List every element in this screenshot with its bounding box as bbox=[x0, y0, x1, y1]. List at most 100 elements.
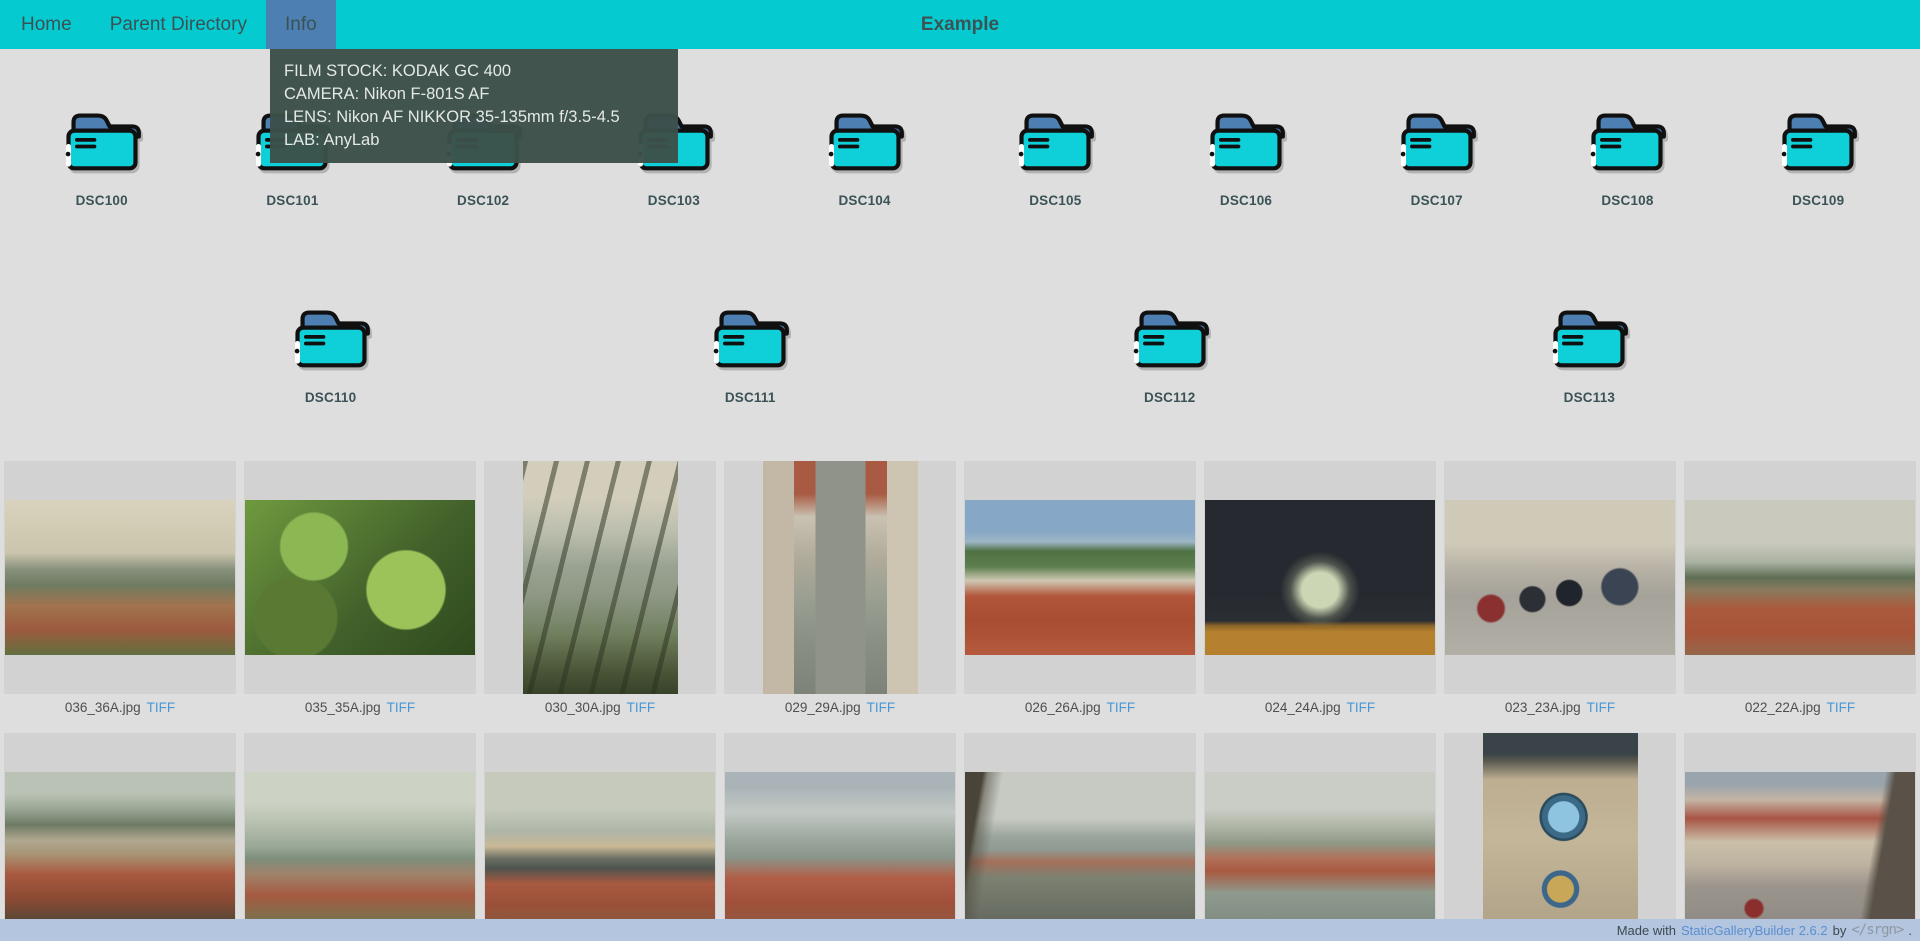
caption: 024_24A.jpg TIFF bbox=[1265, 700, 1375, 717]
gallery-item: 022_22A.jpg TIFF bbox=[1680, 461, 1920, 717]
caption: 026_26A.jpg TIFF bbox=[1025, 700, 1135, 717]
filename: 026_26A.jpg bbox=[1025, 700, 1101, 715]
folder-icon bbox=[1203, 103, 1289, 175]
footer-builder-link[interactable]: StaticGalleryBuilder 2.6.2 bbox=[1681, 923, 1828, 938]
thumbnail-box bbox=[964, 461, 1196, 694]
thumbnail-image[interactable] bbox=[1685, 772, 1915, 927]
folder-dsc113[interactable]: DSC113 bbox=[1500, 300, 1678, 405]
folder-dsc110[interactable]: DSC110 bbox=[242, 300, 420, 405]
folder-dsc109[interactable]: DSC109 bbox=[1729, 103, 1907, 208]
thumbnail-image[interactable] bbox=[965, 500, 1195, 655]
thumbnail-box bbox=[964, 733, 1196, 941]
thumbnail-image[interactable] bbox=[1445, 500, 1675, 655]
footer-period: . bbox=[1908, 923, 1912, 938]
tiff-link[interactable]: TIFF bbox=[1347, 700, 1376, 715]
thumbnail-box bbox=[724, 733, 956, 941]
folder-dsc111[interactable]: DSC111 bbox=[661, 300, 839, 405]
thumbnail-image[interactable] bbox=[5, 500, 235, 655]
thumbnail-box bbox=[244, 461, 476, 694]
folder-label: DSC103 bbox=[648, 193, 700, 208]
folder-dsc107[interactable]: DSC107 bbox=[1348, 103, 1526, 208]
thumbnail-image[interactable] bbox=[1205, 500, 1435, 655]
folder-icon bbox=[1394, 103, 1480, 175]
folder-label: DSC110 bbox=[305, 390, 356, 405]
folder-label: DSC109 bbox=[1792, 193, 1844, 208]
thumbnail-image[interactable] bbox=[245, 500, 475, 655]
folder-dsc104[interactable]: DSC104 bbox=[776, 103, 954, 208]
thumbnail-image[interactable] bbox=[523, 461, 678, 694]
folder-dsc105[interactable]: DSC105 bbox=[966, 103, 1144, 208]
caption: 036_36A.jpg TIFF bbox=[65, 700, 175, 717]
gallery-item bbox=[0, 733, 240, 941]
folder-icon bbox=[1584, 103, 1670, 175]
thumbnail-box bbox=[244, 733, 476, 941]
filename: 022_22A.jpg bbox=[1745, 700, 1821, 715]
folder-label: DSC102 bbox=[457, 193, 509, 208]
folder-label: DSC106 bbox=[1220, 193, 1272, 208]
thumbnail-image[interactable] bbox=[1205, 772, 1435, 927]
folder-icon bbox=[1546, 300, 1632, 372]
gallery-item: 035_35A.jpg TIFF bbox=[240, 461, 480, 717]
thumbnail-box bbox=[4, 733, 236, 941]
tiff-link[interactable]: TIFF bbox=[1827, 700, 1856, 715]
thumbnail-box bbox=[4, 461, 236, 694]
folder-dsc108[interactable]: DSC108 bbox=[1538, 103, 1716, 208]
gallery-item: 029_29A.jpg TIFF bbox=[720, 461, 960, 717]
folder-label: DSC105 bbox=[1029, 193, 1081, 208]
thumbnail-box bbox=[1684, 461, 1916, 694]
tiff-link[interactable]: TIFF bbox=[1587, 700, 1616, 715]
folder-dsc112[interactable]: DSC112 bbox=[1081, 300, 1259, 405]
thumbnail-box bbox=[484, 461, 716, 694]
navbar: Home Parent Directory Info Example bbox=[0, 0, 1920, 49]
tiff-link[interactable]: TIFF bbox=[867, 700, 896, 715]
thumbnail-image[interactable] bbox=[485, 772, 715, 927]
thumbnail-box bbox=[1444, 733, 1676, 941]
nav-item-home[interactable]: Home bbox=[2, 0, 91, 49]
folder-icon bbox=[1775, 103, 1861, 175]
gallery-item bbox=[720, 733, 960, 941]
folder-label: DSC107 bbox=[1411, 193, 1463, 208]
folder-icon bbox=[822, 103, 908, 175]
folder-icon bbox=[1012, 103, 1098, 175]
folder-dsc106[interactable]: DSC106 bbox=[1157, 103, 1335, 208]
gallery-item: 024_24A.jpg TIFF bbox=[1200, 461, 1440, 717]
tooltip-line-film-stock: FILM STOCK: KODAK GC 400 bbox=[284, 60, 664, 83]
caption: 035_35A.jpg TIFF bbox=[305, 700, 415, 717]
nav-item-info[interactable]: Info bbox=[266, 0, 336, 49]
thumbnail-image[interactable] bbox=[965, 772, 1195, 927]
gallery-item bbox=[240, 733, 480, 941]
thumbnail-image[interactable] bbox=[5, 772, 235, 927]
gallery-item bbox=[960, 733, 1200, 941]
gallery-item bbox=[1680, 733, 1920, 941]
folder-label: DSC113 bbox=[1564, 390, 1615, 405]
tiff-link[interactable]: TIFF bbox=[147, 700, 176, 715]
caption: 022_22A.jpg TIFF bbox=[1745, 700, 1855, 717]
thumbnail-image[interactable] bbox=[245, 772, 475, 927]
folder-icon bbox=[1127, 300, 1213, 372]
tiff-link[interactable]: TIFF bbox=[627, 700, 656, 715]
gallery-item bbox=[1200, 733, 1440, 941]
nav-item-parent-directory[interactable]: Parent Directory bbox=[91, 0, 266, 49]
thumbnail-image[interactable] bbox=[763, 461, 918, 694]
thumbnail-box bbox=[724, 461, 956, 694]
folder-label: DSC111 bbox=[725, 390, 776, 405]
tooltip-line-camera: CAMERA: Nikon F-801S AF bbox=[284, 83, 664, 106]
thumbnail-image[interactable] bbox=[1483, 733, 1638, 941]
tiff-link[interactable]: TIFF bbox=[387, 700, 416, 715]
thumbnail-image[interactable] bbox=[1685, 500, 1915, 655]
thumbnail-box bbox=[1684, 733, 1916, 941]
folder-label: DSC112 bbox=[1144, 390, 1195, 405]
gallery-item: 023_23A.jpg TIFF bbox=[1440, 461, 1680, 717]
tiff-link[interactable]: TIFF bbox=[1107, 700, 1136, 715]
footer-by-text: by bbox=[1833, 923, 1847, 938]
thumbnail-box bbox=[1204, 733, 1436, 941]
info-tooltip: FILM STOCK: KODAK GC 400 CAMERA: Nikon F… bbox=[270, 49, 678, 163]
srgn-logo[interactable]: </srgn> bbox=[1851, 922, 1903, 938]
folder-dsc100[interactable]: DSC100 bbox=[13, 103, 191, 208]
footer-made-with-text: Made with bbox=[1617, 923, 1676, 938]
thumbnail-box bbox=[1204, 461, 1436, 694]
gallery-item: 030_30A.jpg TIFF bbox=[480, 461, 720, 717]
thumbnail-image[interactable] bbox=[725, 772, 955, 927]
folder-label: DSC101 bbox=[266, 193, 318, 208]
folder-icon bbox=[707, 300, 793, 372]
